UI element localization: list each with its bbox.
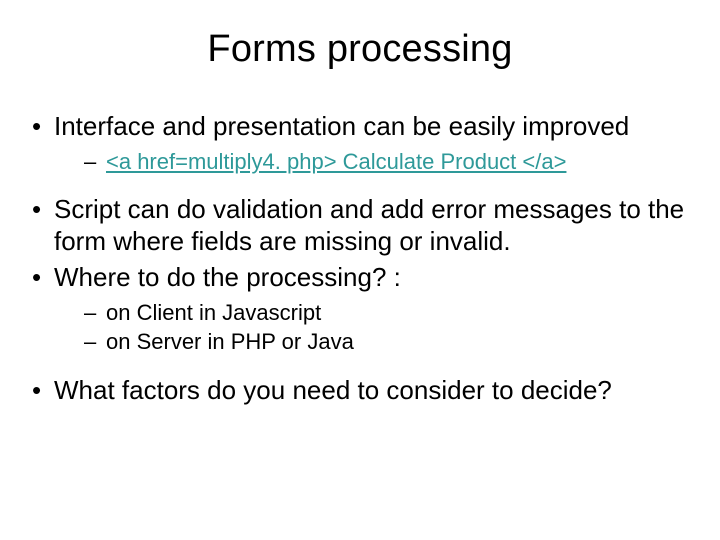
bullet-list: Interface and presentation can be easily… bbox=[26, 111, 694, 407]
bullet-item: What factors do you need to consider to … bbox=[26, 375, 694, 407]
bullet-item: Interface and presentation can be easily… bbox=[26, 111, 694, 176]
sub-bullet-list: <a href=multiply4. php> Calculate Produc… bbox=[54, 147, 694, 177]
bullet-text: What factors do you need to consider to … bbox=[54, 375, 612, 405]
slide-title: Forms processing bbox=[26, 28, 694, 71]
sub-bullet-text: on Server in PHP or Java bbox=[106, 329, 354, 354]
sub-bullet-text: on Client in Javascript bbox=[106, 300, 321, 325]
sub-bullet-item: on Client in Javascript bbox=[54, 298, 694, 328]
sub-bullet-item: <a href=multiply4. php> Calculate Produc… bbox=[54, 147, 694, 177]
bullet-text: Where to do the processing? : bbox=[54, 262, 401, 292]
bullet-item: Where to do the processing? : on Client … bbox=[26, 262, 694, 357]
code-link[interactable]: <a href=multiply4. php> Calculate Produc… bbox=[106, 149, 566, 174]
bullet-text: Interface and presentation can be easily… bbox=[54, 111, 629, 141]
sub-bullet-list: on Client in Javascript on Server in PHP… bbox=[54, 298, 694, 357]
bullet-text: Script can do validation and add error m… bbox=[54, 194, 684, 256]
slide: Forms processing Interface and presentat… bbox=[0, 0, 720, 540]
sub-bullet-item: on Server in PHP or Java bbox=[54, 327, 694, 357]
bullet-item: Script can do validation and add error m… bbox=[26, 194, 694, 257]
